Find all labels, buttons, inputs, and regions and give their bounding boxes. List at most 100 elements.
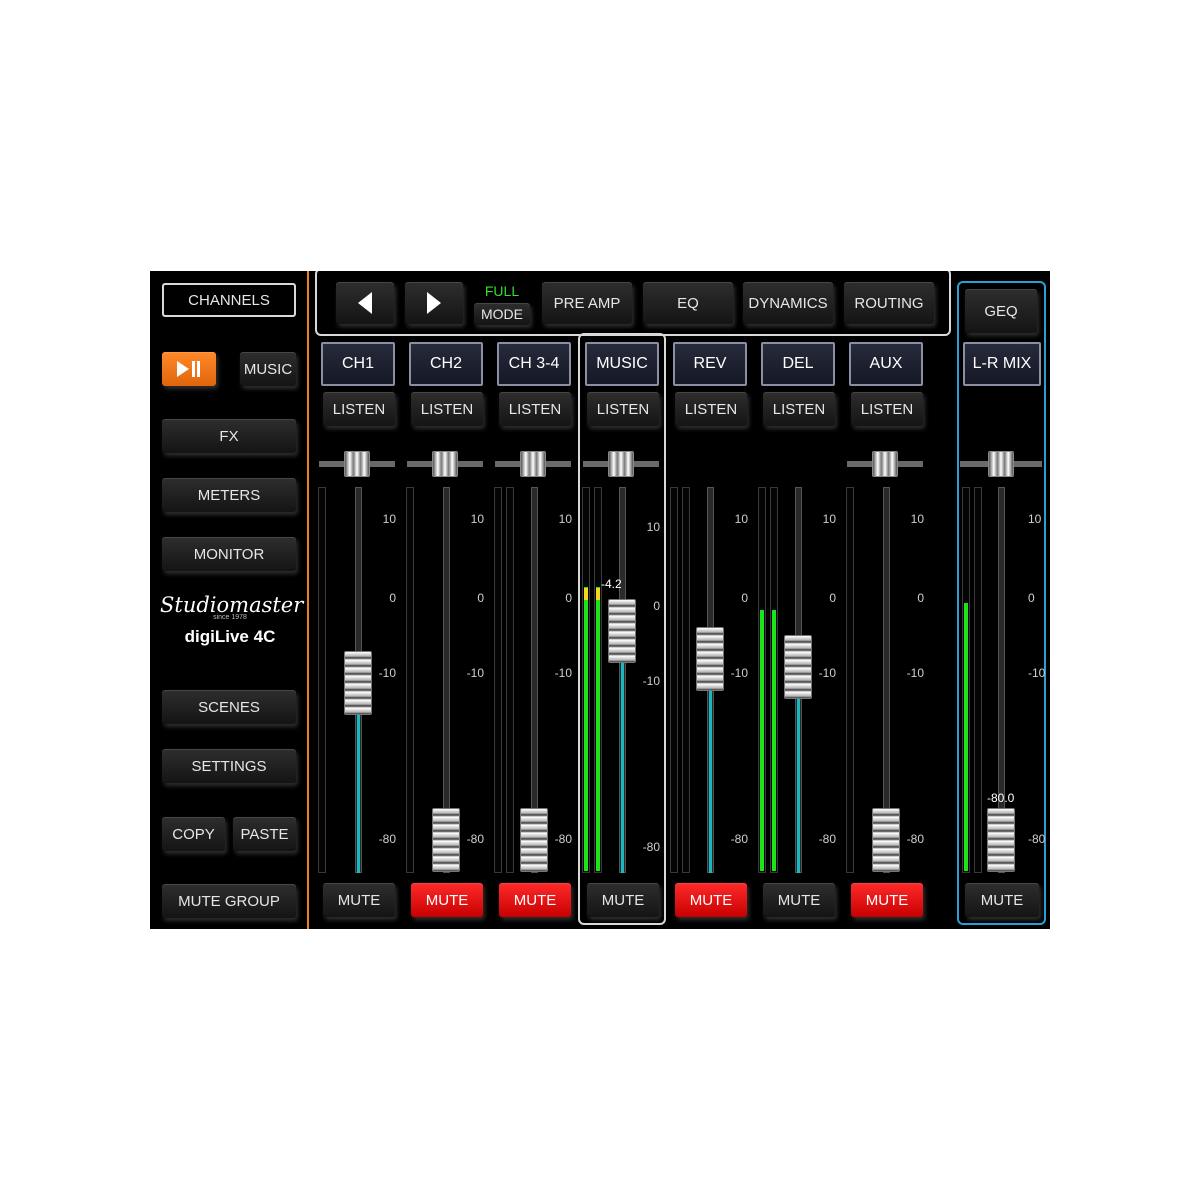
channel-name[interactable]: CH 3-4 bbox=[497, 342, 571, 386]
channel-name[interactable]: REV bbox=[673, 342, 747, 386]
listen-button[interactable]: LISTEN bbox=[763, 392, 835, 426]
pre-amp-button[interactable]: PRE AMP bbox=[542, 282, 632, 324]
fader-knob[interactable] bbox=[432, 808, 460, 872]
mode-button[interactable]: MODE bbox=[474, 303, 530, 325]
mute-button[interactable]: MUTE bbox=[587, 883, 659, 917]
scale-label: 0 bbox=[829, 591, 836, 605]
scale-label: -80 bbox=[378, 832, 396, 846]
fader-knob[interactable] bbox=[696, 627, 724, 691]
pan-handle[interactable] bbox=[520, 451, 546, 477]
channel-name[interactable]: MUSIC bbox=[585, 342, 659, 386]
scale-label: -80 bbox=[554, 832, 572, 846]
master-fader-readout: -80.0 bbox=[987, 791, 1015, 805]
monitor-button[interactable]: MONITOR bbox=[162, 537, 296, 571]
channel-name[interactable]: CH2 bbox=[409, 342, 483, 386]
scale-label: 0 bbox=[565, 591, 572, 605]
paste-button[interactable]: PASTE bbox=[233, 817, 296, 851]
listen-button[interactable]: LISTEN bbox=[499, 392, 571, 426]
scale-label: -80 bbox=[906, 832, 924, 846]
level-meter bbox=[846, 487, 854, 873]
scale-label: 0 bbox=[653, 599, 660, 613]
scale-label: 10 bbox=[822, 512, 836, 526]
fader-knob[interactable] bbox=[784, 635, 812, 699]
pan-handle[interactable] bbox=[344, 451, 370, 477]
pan-handle[interactable] bbox=[872, 451, 898, 477]
listen-button[interactable]: LISTEN bbox=[411, 392, 483, 426]
scale-label: -80 bbox=[818, 832, 836, 846]
copy-button[interactable]: COPY bbox=[162, 817, 225, 851]
scenes-button[interactable]: SCENES bbox=[162, 690, 296, 724]
play-pause-icon bbox=[177, 361, 201, 377]
mute-button[interactable]: MUTE bbox=[675, 883, 747, 917]
meter-peak-yellow bbox=[584, 588, 588, 600]
fx-button[interactable]: FX bbox=[162, 419, 296, 453]
scale-label: -10 bbox=[466, 666, 484, 680]
level-meter bbox=[758, 487, 766, 873]
listen-button[interactable]: LISTEN bbox=[587, 392, 659, 426]
master-fader-knob[interactable] bbox=[987, 808, 1015, 872]
scale-label: 0 bbox=[477, 591, 484, 605]
fader-knob[interactable] bbox=[520, 808, 548, 872]
fader-level-line bbox=[797, 699, 800, 873]
scale-label: -10 bbox=[906, 666, 924, 680]
listen-button[interactable]: LISTEN bbox=[851, 392, 923, 426]
full-mode-label: FULL bbox=[484, 283, 520, 299]
scale-label: 0 bbox=[389, 591, 396, 605]
level-meter bbox=[318, 487, 326, 873]
eq-button[interactable]: EQ bbox=[643, 282, 733, 324]
dynamics-button[interactable]: DYNAMICS bbox=[743, 282, 833, 324]
fader-knob[interactable] bbox=[344, 651, 372, 715]
prev-button[interactable] bbox=[336, 282, 394, 324]
fader-level-line bbox=[709, 691, 712, 873]
channel-name[interactable]: AUX bbox=[849, 342, 923, 386]
level-meter bbox=[594, 487, 602, 873]
mute-button[interactable]: MUTE bbox=[411, 883, 483, 917]
scale-label: 0 bbox=[917, 591, 924, 605]
sidebar-divider bbox=[307, 271, 309, 929]
scale-label: 10 bbox=[382, 512, 396, 526]
listen-button[interactable]: LISTEN bbox=[323, 392, 395, 426]
mute-button[interactable]: MUTE bbox=[763, 883, 835, 917]
music-button[interactable]: MUSIC bbox=[240, 352, 296, 386]
channels-button[interactable]: CHANNELS bbox=[162, 283, 296, 317]
meters-button[interactable]: METERS bbox=[162, 478, 296, 512]
meter-peak-yellow bbox=[596, 588, 600, 600]
mute-group-button[interactable]: MUTE GROUP bbox=[162, 884, 296, 918]
level-meter bbox=[682, 487, 690, 873]
channel-name[interactable]: CH1 bbox=[321, 342, 395, 386]
scale-label: -80 bbox=[730, 832, 748, 846]
mute-button[interactable]: MUTE bbox=[851, 883, 923, 917]
scale-label: -10 bbox=[554, 666, 572, 680]
channel-name[interactable]: DEL bbox=[761, 342, 835, 386]
pan-handle[interactable] bbox=[432, 451, 458, 477]
scale-label: -10 bbox=[378, 666, 396, 680]
master-mute-button[interactable]: MUTE bbox=[965, 883, 1039, 917]
fader-knob[interactable] bbox=[608, 599, 636, 663]
scale-label: 10 bbox=[1028, 512, 1042, 526]
geq-button[interactable]: GEQ bbox=[965, 289, 1037, 333]
mute-button[interactable]: MUTE bbox=[499, 883, 571, 917]
settings-button[interactable]: SETTINGS bbox=[162, 749, 296, 783]
arrow-right-icon bbox=[427, 292, 441, 314]
listen-button[interactable]: LISTEN bbox=[675, 392, 747, 426]
balance-handle[interactable] bbox=[988, 451, 1014, 477]
meter-fill-green bbox=[596, 587, 600, 871]
scale-label: -10 bbox=[1028, 666, 1046, 680]
scale-label: -80 bbox=[642, 840, 660, 854]
play-pause-button[interactable] bbox=[162, 352, 216, 386]
next-button[interactable] bbox=[405, 282, 463, 324]
scale-label: -80 bbox=[466, 832, 484, 846]
scale-label: 10 bbox=[734, 512, 748, 526]
master-name[interactable]: L-R MIX bbox=[963, 342, 1041, 386]
routing-button[interactable]: ROUTING bbox=[844, 282, 934, 324]
mute-button[interactable]: MUTE bbox=[323, 883, 395, 917]
mixer-app: CHANNELS MUSIC FX METERS MONITOR Studiom… bbox=[150, 271, 1050, 929]
scale-label: -10 bbox=[730, 666, 748, 680]
fader-knob[interactable] bbox=[872, 808, 900, 872]
level-meter bbox=[506, 487, 514, 873]
master-meter-right bbox=[974, 487, 982, 873]
fader-level-line bbox=[621, 663, 624, 873]
pan-handle[interactable] bbox=[608, 451, 634, 477]
scale-label: 10 bbox=[646, 520, 660, 534]
scale-label: 10 bbox=[910, 512, 924, 526]
